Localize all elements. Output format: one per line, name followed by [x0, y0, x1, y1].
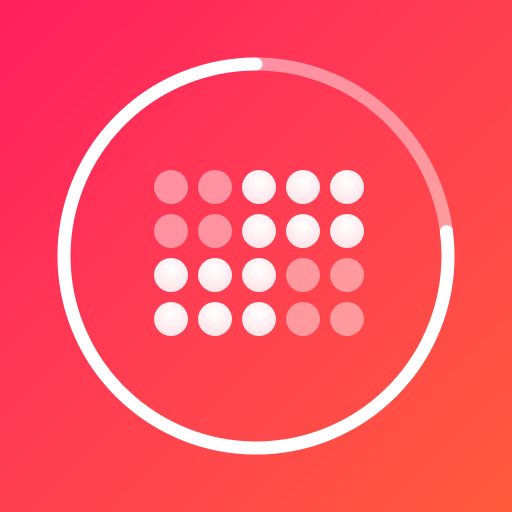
dot-filled [242, 214, 276, 248]
dot-empty [154, 214, 188, 248]
dot-filled [154, 302, 188, 336]
dot-filled [330, 170, 364, 204]
dot-empty [286, 258, 320, 292]
dot-filled [242, 170, 276, 204]
dot-grid [154, 170, 364, 336]
dot-empty [286, 302, 320, 336]
calendar-progress-graphic [57, 57, 455, 455]
dot-filled [330, 214, 364, 248]
dot-empty [198, 214, 232, 248]
dot-filled [286, 170, 320, 204]
dot-empty [330, 302, 364, 336]
dot-filled [198, 258, 232, 292]
dot-filled [198, 302, 232, 336]
calendar-progress-icon [0, 0, 512, 512]
dot-filled [286, 214, 320, 248]
dot-filled [154, 258, 188, 292]
dot-empty [330, 258, 364, 292]
dot-filled [242, 258, 276, 292]
dot-empty [198, 170, 232, 204]
dot-empty [154, 170, 188, 204]
dot-filled [242, 302, 276, 336]
